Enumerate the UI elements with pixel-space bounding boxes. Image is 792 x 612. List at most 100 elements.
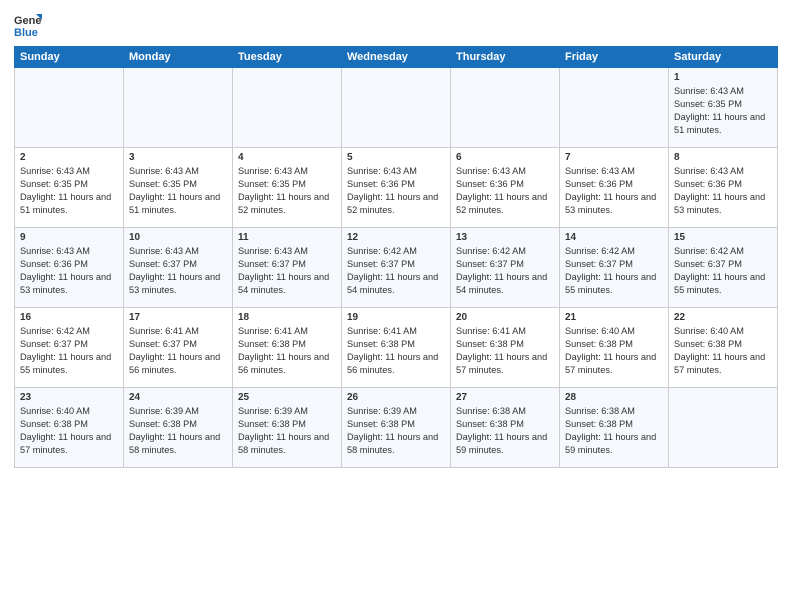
day-info: Sunrise: 6:43 AM Sunset: 6:37 PM Dayligh… — [129, 245, 227, 297]
day-number: 25 — [238, 392, 336, 403]
day-number: 17 — [129, 312, 227, 323]
day-number: 22 — [674, 312, 772, 323]
header-row: SundayMondayTuesdayWednesdayThursdayFrid… — [15, 47, 778, 68]
day-number: 14 — [565, 232, 663, 243]
calendar-cell: 25Sunrise: 6:39 AM Sunset: 6:38 PM Dayli… — [233, 388, 342, 468]
calendar-cell — [342, 68, 451, 148]
day-info: Sunrise: 6:39 AM Sunset: 6:38 PM Dayligh… — [347, 405, 445, 457]
calendar-cell: 4 Sunrise: 6:43 AM Sunset: 6:35 PM Daylig… — [233, 148, 342, 228]
calendar-cell: 3 Sunrise: 6:43 AM Sunset: 6:35 PM Daylig… — [124, 148, 233, 228]
calendar-page: General Blue SundayMondayTuesdayWednesda… — [0, 0, 792, 612]
day-info: Sunrise: 6:43 AM Sunset: 6:36 PM Dayligh… — [674, 165, 772, 217]
day-number: 13 — [456, 232, 554, 243]
calendar-cell: 26 Sunrise: 6:39 AM Sunset: 6:38 PM Dayli… — [342, 388, 451, 468]
calendar-cell — [15, 68, 124, 148]
week-row-3: 9 Sunrise: 6:43 AM Sunset: 6:36 PM Daylig… — [15, 228, 778, 308]
calendar-cell — [560, 68, 669, 148]
day-info: Sunrise: 6:43 AM Sunset: 6:37 PM Dayligh… — [238, 245, 336, 297]
day-info: Sunrise: 6:42 AM Sunset: 6:37 PM Dayligh… — [456, 245, 554, 297]
week-row-4: 16 Sunrise: 6:42 AM Sunset: 6:37 PM Dayli… — [15, 308, 778, 388]
day-info: Sunrise: 6:40 AM Sunset: 6:38 PM Dayligh… — [20, 405, 118, 457]
calendar-cell: 28Sunrise: 6:38 AM Sunset: 6:38 PM Dayli… — [560, 388, 669, 468]
calendar-cell: 21 Sunrise: 6:40 AM Sunset: 6:38 PM Dayli… — [560, 308, 669, 388]
day-number: 6 — [456, 152, 554, 163]
day-info: Sunrise: 6:41 AM Sunset: 6:38 PM Dayligh… — [347, 325, 445, 377]
calendar-cell: 9 Sunrise: 6:43 AM Sunset: 6:36 PM Daylig… — [15, 228, 124, 308]
day-number: 11 — [238, 232, 336, 243]
calendar-cell: 14 Sunrise: 6:42 AM Sunset: 6:37 PM Dayli… — [560, 228, 669, 308]
week-row-1: 1 Sunrise: 6:43 AM Sunset: 6:35 PM Daylig… — [15, 68, 778, 148]
calendar-cell: 13 Sunrise: 6:42 AM Sunset: 6:37 PM Dayli… — [451, 228, 560, 308]
day-number: 3 — [129, 152, 227, 163]
col-header-thursday: Thursday — [451, 47, 560, 68]
svg-text:Blue: Blue — [14, 27, 38, 38]
day-number: 24 — [129, 392, 227, 403]
day-number: 28 — [565, 392, 663, 403]
col-header-sunday: Sunday — [15, 47, 124, 68]
header: General Blue — [14, 10, 778, 38]
week-row-2: 2 Sunrise: 6:43 AM Sunset: 6:35 PM Daylig… — [15, 148, 778, 228]
calendar-cell — [124, 68, 233, 148]
day-number: 27 — [456, 392, 554, 403]
day-info: Sunrise: 6:39 AM Sunset: 6:38 PM Dayligh… — [129, 405, 227, 457]
calendar-table: SundayMondayTuesdayWednesdayThursdayFrid… — [14, 46, 778, 468]
day-info: Sunrise: 6:41 AM Sunset: 6:38 PM Dayligh… — [456, 325, 554, 377]
calendar-cell: 15Sunrise: 6:42 AM Sunset: 6:37 PM Dayli… — [669, 228, 778, 308]
day-info: Sunrise: 6:43 AM Sunset: 6:35 PM Dayligh… — [129, 165, 227, 217]
day-number: 23 — [20, 392, 118, 403]
calendar-cell: 6 Sunrise: 6:43 AM Sunset: 6:36 PM Daylig… — [451, 148, 560, 228]
day-info: Sunrise: 6:43 AM Sunset: 6:36 PM Dayligh… — [20, 245, 118, 297]
day-info: Sunrise: 6:40 AM Sunset: 6:38 PM Dayligh… — [565, 325, 663, 377]
calendar-cell: 27 Sunrise: 6:38 AM Sunset: 6:38 PM Dayli… — [451, 388, 560, 468]
calendar-cell: 1 Sunrise: 6:43 AM Sunset: 6:35 PM Daylig… — [669, 68, 778, 148]
day-info: Sunrise: 6:42 AM Sunset: 6:37 PM Dayligh… — [565, 245, 663, 297]
day-info: Sunrise: 6:43 AM Sunset: 6:35 PM Dayligh… — [20, 165, 118, 217]
col-header-wednesday: Wednesday — [342, 47, 451, 68]
calendar-cell — [451, 68, 560, 148]
day-number: 4 — [238, 152, 336, 163]
day-info: Sunrise: 6:43 AM Sunset: 6:36 PM Dayligh… — [565, 165, 663, 217]
calendar-cell: 22 Sunrise: 6:40 AM Sunset: 6:38 PM Dayli… — [669, 308, 778, 388]
day-info: Sunrise: 6:41 AM Sunset: 6:37 PM Dayligh… — [129, 325, 227, 377]
calendar-cell: 11 Sunrise: 6:43 AM Sunset: 6:37 PM Dayli… — [233, 228, 342, 308]
calendar-cell: 2 Sunrise: 6:43 AM Sunset: 6:35 PM Daylig… — [15, 148, 124, 228]
day-info: Sunrise: 6:43 AM Sunset: 6:36 PM Dayligh… — [347, 165, 445, 217]
calendar-cell — [669, 388, 778, 468]
logo-icon: General Blue — [14, 10, 42, 38]
col-header-friday: Friday — [560, 47, 669, 68]
day-info: Sunrise: 6:43 AM Sunset: 6:35 PM Dayligh… — [238, 165, 336, 217]
day-number: 8 — [674, 152, 772, 163]
calendar-cell: 5 Sunrise: 6:43 AM Sunset: 6:36 PM Daylig… — [342, 148, 451, 228]
day-number: 2 — [20, 152, 118, 163]
day-number: 19 — [347, 312, 445, 323]
calendar-cell: 16 Sunrise: 6:42 AM Sunset: 6:37 PM Dayli… — [15, 308, 124, 388]
col-header-monday: Monday — [124, 47, 233, 68]
day-number: 26 — [347, 392, 445, 403]
calendar-cell: 17 Sunrise: 6:41 AM Sunset: 6:37 PM Dayli… — [124, 308, 233, 388]
day-info: Sunrise: 6:41 AM Sunset: 6:38 PM Dayligh… — [238, 325, 336, 377]
day-number: 9 — [20, 232, 118, 243]
calendar-cell: 18 Sunrise: 6:41 AM Sunset: 6:38 PM Dayli… — [233, 308, 342, 388]
day-number: 5 — [347, 152, 445, 163]
week-row-5: 23 Sunrise: 6:40 AM Sunset: 6:38 PM Dayli… — [15, 388, 778, 468]
calendar-cell: 19 Sunrise: 6:41 AM Sunset: 6:38 PM Dayli… — [342, 308, 451, 388]
day-info: Sunrise: 6:40 AM Sunset: 6:38 PM Dayligh… — [674, 325, 772, 377]
day-number: 21 — [565, 312, 663, 323]
col-header-tuesday: Tuesday — [233, 47, 342, 68]
day-number: 10 — [129, 232, 227, 243]
day-info: Sunrise: 6:38 AM Sunset: 6:38 PM Dayligh… — [456, 405, 554, 457]
logo: General Blue — [14, 10, 46, 38]
day-number: 18 — [238, 312, 336, 323]
day-info: Sunrise: 6:42 AM Sunset: 6:37 PM Dayligh… — [674, 245, 772, 297]
calendar-cell: 10 Sunrise: 6:43 AM Sunset: 6:37 PM Dayli… — [124, 228, 233, 308]
svg-text:General: General — [14, 15, 42, 27]
day-info: Sunrise: 6:42 AM Sunset: 6:37 PM Dayligh… — [347, 245, 445, 297]
day-info: Sunrise: 6:42 AM Sunset: 6:37 PM Dayligh… — [20, 325, 118, 377]
day-number: 12 — [347, 232, 445, 243]
day-info: Sunrise: 6:43 AM Sunset: 6:35 PM Dayligh… — [674, 85, 772, 137]
day-number: 16 — [20, 312, 118, 323]
calendar-cell: 23 Sunrise: 6:40 AM Sunset: 6:38 PM Dayli… — [15, 388, 124, 468]
day-number: 1 — [674, 72, 772, 83]
day-info: Sunrise: 6:43 AM Sunset: 6:36 PM Dayligh… — [456, 165, 554, 217]
calendar-cell: 20Sunrise: 6:41 AM Sunset: 6:38 PM Dayli… — [451, 308, 560, 388]
